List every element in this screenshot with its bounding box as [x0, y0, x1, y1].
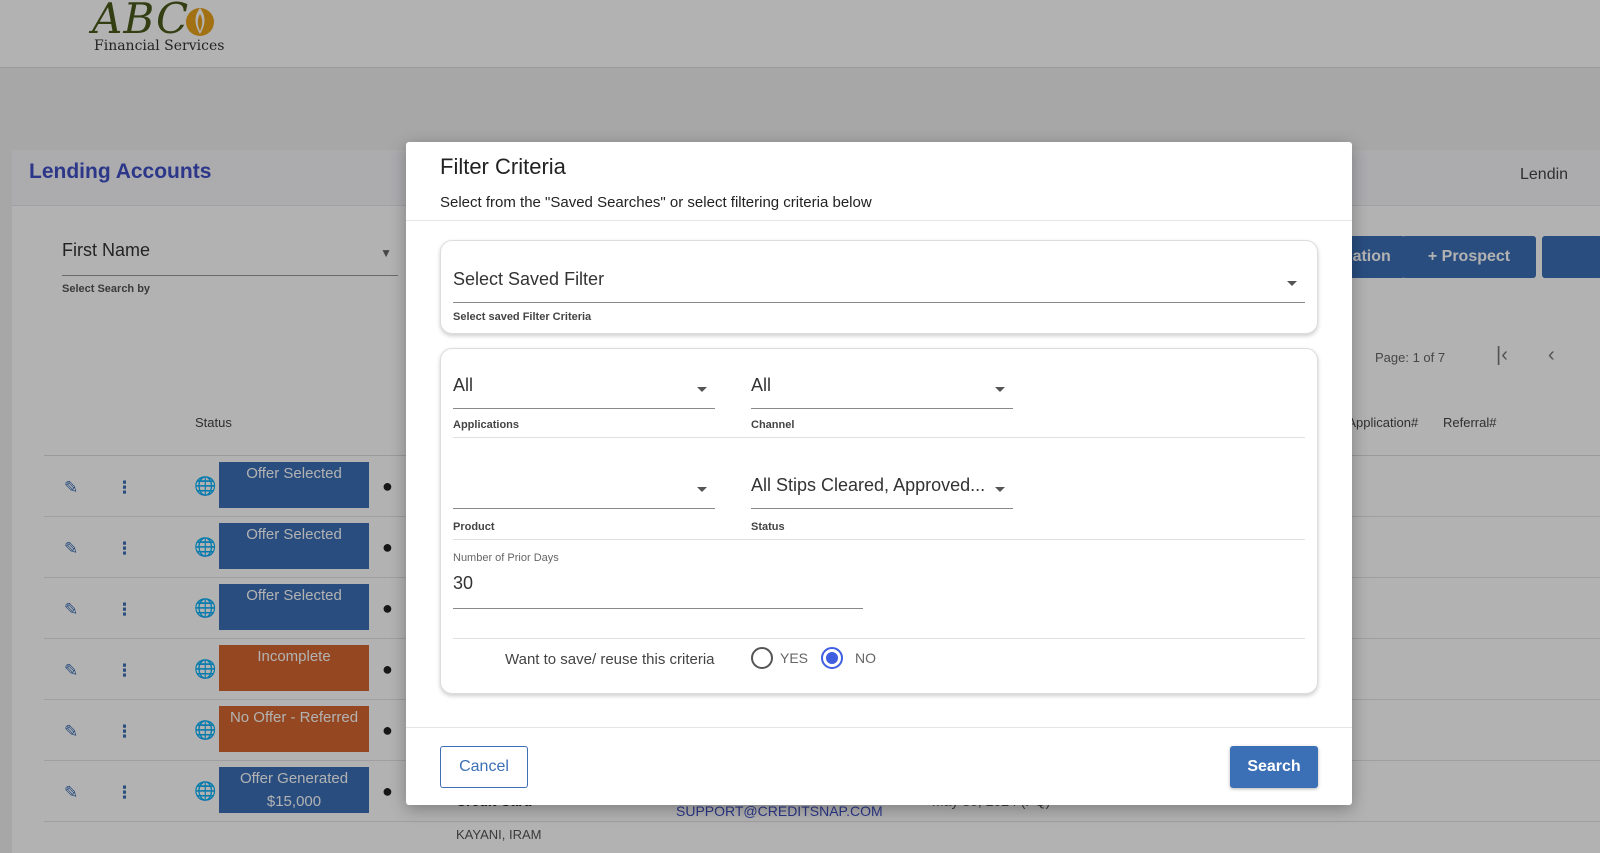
filter-criteria-card: All Applications All Channel Product All…: [440, 348, 1318, 694]
save-yes-radio[interactable]: [751, 647, 773, 669]
status-help: Status: [751, 521, 785, 533]
save-no-radio[interactable]: [821, 647, 843, 669]
dropdown-caret-icon: [995, 487, 1005, 492]
channel-value: All: [751, 375, 772, 395]
divider: [453, 437, 1305, 438]
dropdown-caret-icon: [697, 487, 707, 492]
dropdown-caret-icon: [995, 387, 1005, 392]
status-value: All Stips Cleared, Approved...: [751, 475, 986, 495]
saved-filter-card: Select Saved Filter Select saved Filter …: [440, 240, 1318, 334]
saved-filter-help: Select saved Filter Criteria: [453, 311, 592, 323]
prior-days-input[interactable]: 30: [453, 565, 863, 609]
prior-days-label: Number of Prior Days: [453, 552, 559, 564]
save-yes-label[interactable]: YES: [780, 650, 808, 666]
search-button[interactable]: Search: [1230, 746, 1318, 788]
divider: [406, 727, 1352, 728]
channel-help: Channel: [751, 419, 795, 431]
dialog-title: Filter Criteria: [440, 154, 566, 179]
applications-help: Applications: [453, 419, 520, 431]
dropdown-caret-icon: [697, 387, 707, 392]
product-help: Product: [453, 521, 495, 533]
applications-value: All: [453, 375, 474, 395]
filter-criteria-dialog: Filter Criteria Select from the "Saved S…: [406, 142, 1352, 805]
prior-days-value: 30: [453, 573, 474, 593]
save-no-label[interactable]: NO: [855, 650, 876, 666]
applications-select[interactable]: All: [453, 361, 715, 409]
channel-select[interactable]: All: [751, 361, 1013, 409]
saved-filter-value: Select Saved Filter: [453, 269, 605, 289]
divider: [406, 220, 1352, 221]
divider: [453, 638, 1305, 639]
status-select[interactable]: All Stips Cleared, Approved...: [751, 461, 1013, 509]
product-select[interactable]: [453, 461, 715, 509]
save-criteria-question: Want to save/ reuse this criteria: [505, 651, 715, 668]
dialog-subtitle: Select from the "Saved Searches" or sele…: [440, 194, 872, 211]
cancel-button[interactable]: Cancel: [440, 746, 528, 788]
divider: [453, 539, 1305, 540]
dropdown-caret-icon: [1287, 281, 1297, 286]
saved-filter-select[interactable]: Select Saved Filter: [453, 251, 1305, 303]
